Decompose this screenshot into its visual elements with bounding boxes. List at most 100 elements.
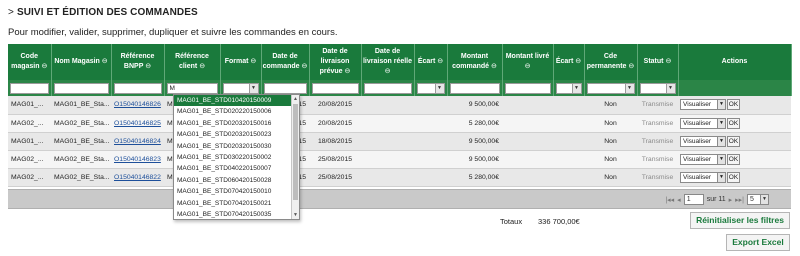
reference-bnpp-cell-text[interactable]: O15040146822 — [114, 174, 161, 181]
code-magasin-cell: MAG01_... — [8, 132, 51, 151]
chevron-down-icon: ▼ — [434, 83, 444, 93]
sort-icon[interactable]: ⊖ — [345, 68, 351, 75]
sort-icon[interactable]: ⊖ — [102, 58, 108, 65]
sort-icon[interactable]: ⊖ — [437, 58, 443, 65]
filter-montant-commande[interactable] — [447, 80, 503, 96]
date-livraison-prevue-cell: 18/08/2015 — [309, 132, 361, 151]
reference-bnpp-cell: O15040146826 — [111, 96, 164, 115]
scrollbar-thumb[interactable] — [293, 104, 298, 200]
column-header[interactable]: Date de livraison prévue ⊖ — [309, 44, 362, 80]
autocomplete-scrollbar[interactable]: ▲ ▼ — [291, 95, 299, 219]
chevron-down-icon: ▼ — [717, 118, 725, 128]
reference-bnpp-cell-text[interactable]: O15040146825 — [114, 120, 161, 127]
scroll-up-icon[interactable]: ▲ — [292, 95, 299, 103]
column-header[interactable]: Date de commande ⊖ — [261, 44, 310, 80]
filter-nom-magasin[interactable] — [51, 80, 112, 96]
ok-button[interactable]: OK — [727, 117, 740, 129]
column-header[interactable]: Cde permanente ⊖ — [584, 44, 638, 80]
column-header[interactable]: Statut ⊖ — [637, 44, 679, 80]
sort-icon[interactable]: ⊖ — [575, 58, 581, 65]
action-select[interactable]: Visualiser ▼ — [680, 117, 726, 129]
filter-ecart-dates[interactable]: ▼ — [414, 80, 448, 96]
code-magasin-cell-text: MAG01_... — [11, 101, 44, 109]
reference-bnpp-cell-text[interactable]: O15040146824 — [114, 138, 161, 145]
sort-icon[interactable]: ⊖ — [302, 63, 308, 70]
action-select[interactable]: Visualiser ▼ — [680, 153, 726, 165]
table-row[interactable]: MAG02_...MAG02_BE_Sta...O15040146823M4/2… — [8, 150, 791, 169]
column-header[interactable]: Référence client ⊖ — [164, 44, 221, 80]
autocomplete-option[interactable]: MAG01_BE_STD020220150006 — [174, 106, 299, 117]
reference-client-cell-text: M — [167, 173, 173, 181]
column-header[interactable]: Date de livraison réelle ⊖ — [361, 44, 415, 80]
autocomplete-option[interactable]: MAG01_BE_STD020320150030 — [174, 141, 299, 152]
filter-date-livraison-prevue[interactable] — [309, 80, 362, 96]
statut-cell-text: Transmise — [641, 155, 674, 163]
filter-date-livraison-reelle[interactable] — [361, 80, 415, 96]
column-header[interactable]: Code magasin ⊖ — [8, 44, 52, 80]
filter-ecart-montant[interactable]: ▼ — [553, 80, 585, 96]
first-page-icon[interactable]: |◂◂ — [665, 196, 674, 204]
column-header[interactable]: Référence BNPP ⊖ — [111, 44, 165, 80]
date-livraison-reelle-cell — [361, 114, 414, 133]
filter-cde-permanente[interactable]: ▼ — [584, 80, 638, 96]
page-number-input[interactable]: 1 — [683, 194, 704, 205]
nom-magasin-cell-text: MAG02_BE_Sta... — [54, 173, 110, 181]
column-header[interactable]: Nom Magasin ⊖ — [51, 44, 112, 80]
sort-icon[interactable]: ⊖ — [145, 63, 151, 70]
ok-button[interactable]: OK — [727, 99, 740, 111]
table-row[interactable]: MAG02_...MAG02_BE_Sta...O15040146825M4/2… — [8, 114, 791, 133]
sort-icon[interactable]: ⊖ — [665, 58, 671, 65]
ok-button[interactable]: OK — [727, 135, 740, 147]
reset-filters-button[interactable]: Réinitialiser les filtres — [690, 212, 790, 229]
export-excel-button[interactable]: Export Excel — [726, 234, 790, 251]
reference-client-autocomplete[interactable]: MAG01_BE_STD010420150009 MAG01_BE_STD0202… — [173, 94, 300, 220]
column-header[interactable]: Écart ⊖ — [553, 44, 585, 80]
filter-reference-bnpp[interactable] — [111, 80, 165, 96]
page-size-select[interactable]: 5 ▼ — [747, 194, 769, 205]
cde-permanente-cell-text: Non — [604, 155, 617, 163]
sort-icon[interactable]: ⊖ — [525, 63, 531, 70]
filter-montant-livre[interactable] — [502, 80, 554, 96]
next-page-icon[interactable]: ▸ — [729, 196, 733, 204]
sort-icon[interactable]: ⊖ — [385, 68, 391, 75]
action-select[interactable]: Visualiser ▼ — [680, 99, 726, 111]
action-select[interactable]: Visualiser ▼ — [680, 135, 726, 147]
sort-icon[interactable]: ⊖ — [491, 63, 497, 70]
autocomplete-option[interactable]: MAG01_BE_STD040220150007 — [174, 163, 299, 174]
montant-livre-cell — [502, 150, 553, 169]
autocomplete-option[interactable]: MAG01_BE_STD070420150021 — [174, 198, 299, 209]
autocomplete-option[interactable]: MAG01_BE_STD070420150035 — [174, 209, 299, 219]
reference-bnpp-cell-text[interactable]: O15040146823 — [114, 156, 161, 163]
ok-button[interactable]: OK — [727, 171, 740, 183]
nom-magasin-cell-text: MAG01_BE_Sta... — [54, 137, 110, 145]
column-header-label: Écart — [417, 58, 436, 65]
sort-icon[interactable]: ⊖ — [250, 58, 256, 65]
prev-page-icon[interactable]: ◂ — [677, 196, 681, 204]
reference-bnpp-cell-text[interactable]: O15040146826 — [114, 101, 161, 108]
action-select[interactable]: Visualiser ▼ — [680, 171, 726, 183]
autocomplete-option[interactable]: MAG01_BE_STD070420150010 — [174, 186, 299, 197]
sort-icon[interactable]: ⊖ — [628, 63, 634, 70]
autocomplete-option[interactable]: MAG01_BE_STD020320150016 — [174, 118, 299, 129]
table-row[interactable]: MAG02_...MAG02_BE_Sta...O15040146822M4/2… — [8, 168, 791, 187]
table-row[interactable]: MAG01_...MAG01_BE_Sta...O15040146824M4/2… — [8, 132, 791, 151]
autocomplete-option[interactable]: MAG01_BE_STD030220150002 — [174, 152, 299, 163]
reference-client-input[interactable]: M — [166, 82, 218, 94]
column-header[interactable]: Montant livré ⊖ — [502, 44, 554, 80]
column-header[interactable]: Écart ⊖ — [414, 44, 448, 80]
sort-icon[interactable]: ⊖ — [199, 63, 205, 70]
ok-button[interactable]: OK — [727, 153, 740, 165]
column-header[interactable]: Montant commandé ⊖ — [447, 44, 503, 80]
filter-code-magasin[interactable] — [8, 80, 52, 96]
last-page-icon[interactable]: ▸▸| — [735, 196, 744, 204]
scroll-down-icon[interactable]: ▼ — [292, 211, 299, 219]
table-row[interactable]: MAG01_...MAG01_BE_Sta...O15040146826M4/2… — [8, 96, 791, 115]
filter-statut[interactable]: ▼ — [637, 80, 679, 96]
sort-icon[interactable]: ⊖ — [41, 63, 47, 70]
autocomplete-option[interactable]: MAG01_BE_STD020320150023 — [174, 129, 299, 140]
statut-cell: Transmise — [637, 168, 678, 187]
autocomplete-option[interactable]: MAG01_BE_STD010420150009 — [174, 95, 299, 107]
column-header[interactable]: Format ⊖ — [220, 44, 262, 80]
date-livraison-prevue-cell: 25/08/2015 — [309, 168, 361, 187]
autocomplete-option[interactable]: MAG01_BE_STD060420150028 — [174, 175, 299, 186]
